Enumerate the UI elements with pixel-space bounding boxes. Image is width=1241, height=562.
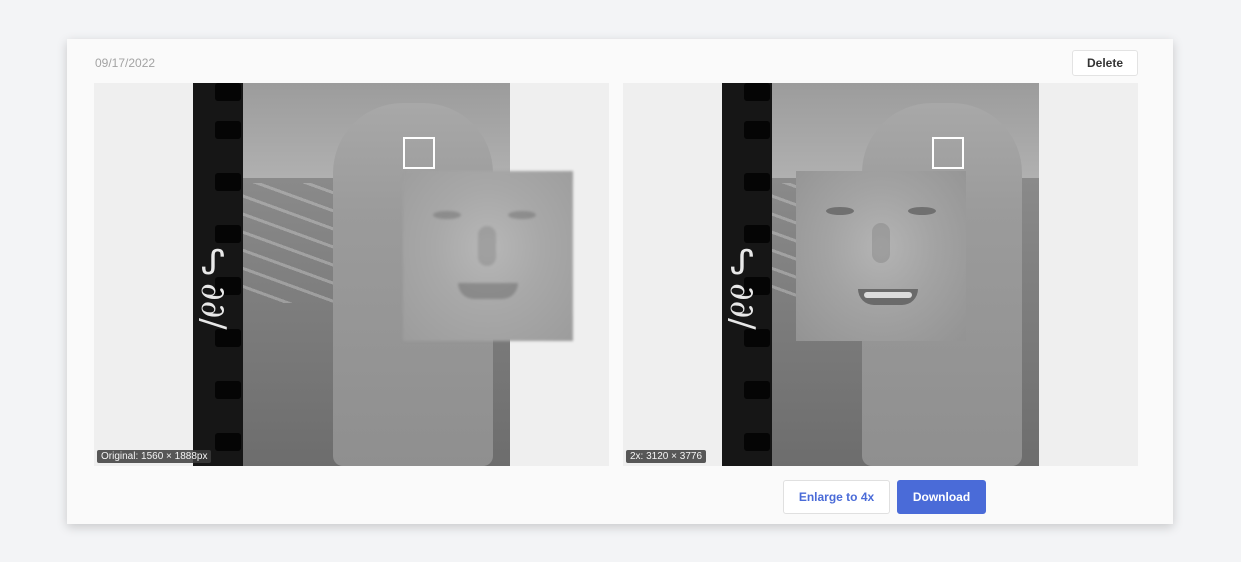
- upscaled-image-panel[interactable]: ᔑ∂∂/ 2x: 3120 × 3776: [623, 83, 1138, 466]
- enlarge-4x-button[interactable]: Enlarge to 4x: [783, 480, 890, 514]
- zoom-preview-original: [403, 171, 573, 341]
- download-button[interactable]: Download: [897, 480, 986, 514]
- zoom-selection-box[interactable]: [932, 137, 964, 169]
- upscaled-size-label: 2x: 3120 × 3776: [626, 450, 707, 463]
- result-date: 09/17/2022: [95, 56, 156, 70]
- zoom-preview-upscaled: [796, 171, 966, 341]
- original-size-label: Original: 1560 × 1888px: [97, 450, 212, 463]
- result-card: 09/17/2022 Delete ᔑ∂∂/ Original: 1560 × …: [67, 39, 1173, 524]
- film-mark-graphic: ᔑ∂∂/: [722, 243, 762, 330]
- film-mark-graphic: ᔑ∂∂/: [193, 243, 233, 330]
- zoom-selection-box[interactable]: [403, 137, 435, 169]
- original-image-panel[interactable]: ᔑ∂∂/ Original: 1560 × 1888px: [94, 83, 609, 466]
- delete-button[interactable]: Delete: [1072, 50, 1138, 76]
